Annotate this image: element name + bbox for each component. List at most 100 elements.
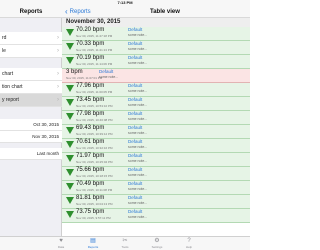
heart-rate-value: 70.61 bpm (76, 139, 105, 145)
chevron-right-icon: › (57, 35, 59, 41)
measurement-time: Nov 30, 2015, 10:53:10 PM (76, 104, 113, 108)
arrow-down-icon (66, 43, 74, 50)
table-row[interactable]: 77.96 bpm Nov 30, 2015, 11:00:05 PM Defaul… (62, 83, 250, 97)
table-row[interactable]: 70.61 bpm Nov 30, 2015, 10:32:16 PM Defaul… (62, 139, 250, 153)
heart-rate-value: 73.75 bpm (76, 209, 105, 215)
table-row[interactable]: 3 bpm Nov 30, 2015, 11:07:01 PM Default som… (62, 69, 250, 83)
sidebar-item-selected[interactable]: y report › (0, 94, 62, 107)
table-row[interactable]: 81.81 bpm Nov 30, 2015, 10:04:13 PM Defaul… (62, 195, 250, 209)
arrow-down-icon (66, 99, 74, 106)
to-date-value: Nov 30, 2015 (32, 134, 59, 139)
measurement-note: some note... (128, 201, 148, 205)
page-title: Table view (150, 9, 180, 15)
measurement-note: some note... (128, 47, 148, 51)
chevron-right-icon: › (57, 97, 59, 103)
table-row[interactable]: 75.66 bpm Nov 30, 2015, 10:18:15 PM Defaul… (62, 167, 250, 181)
measurement-note: some note... (128, 103, 148, 107)
arrow-down-icon (66, 29, 74, 36)
chevron-right-icon: › (57, 84, 59, 90)
table-row[interactable]: 70.20 bpm Nov 30, 2015, 11:27:18 PM Defaul… (62, 27, 250, 41)
table-row[interactable]: 73.45 bpm Nov 30, 2015, 10:53:10 PM Defaul… (62, 97, 250, 111)
table-row[interactable]: 70.19 bpm Nov 30, 2015, 11:14:06 PM Defaul… (62, 55, 250, 69)
arrow-down-icon (66, 155, 74, 162)
sidebar-title: Reports (19, 9, 43, 15)
period-value: Last month (36, 151, 59, 156)
from-date-value: Oct 30, 2015 (33, 122, 59, 127)
back-button[interactable]: ‹ Reports (65, 6, 91, 18)
tab-label: Data (57, 245, 65, 249)
heart-rate-value: 70.33 bpm (76, 41, 105, 47)
arrow-down-icon (66, 183, 74, 190)
heart-rate-value: 75.66 bpm (76, 167, 105, 173)
heart-rate-value: 70.19 bpm (76, 55, 105, 61)
measurement-time: Nov 30, 2015, 10:46:08 PM (76, 118, 113, 122)
heart-rate-value: 73.45 bpm (76, 97, 105, 103)
tools-icon: ✂ (122, 238, 128, 244)
sidebar-item[interactable]: le › (0, 45, 62, 58)
heart-rate-value: 70.20 bpm (76, 27, 105, 33)
tab-settings[interactable]: ⚙ Settings (148, 237, 166, 250)
tab-label: Settings (151, 245, 163, 249)
arrow-down-icon (66, 85, 74, 92)
tab-bar: ♥ Data ▤ Reports ✂ Tools ⚙ Settings? Help (0, 236, 250, 250)
arrow-down-icon (66, 141, 74, 148)
period-field[interactable]: Last month (0, 148, 62, 160)
measurement-time: Nov 30, 2015, 11:21:13 PM (76, 48, 113, 52)
measurement-time: Nov 30, 2015, 10:11:08 PM (76, 188, 113, 192)
measurement-note: some note... (99, 75, 119, 79)
measurement-time: Nov 30, 2015, 10:04:13 PM (76, 202, 113, 206)
sidebar-item-label: tion chart (2, 84, 23, 90)
measurement-time: Nov 30, 2015, 10:32:16 PM (76, 146, 113, 150)
heart-rate-value: 70.49 bpm (76, 181, 105, 187)
tab-data[interactable]: ♥ Data (52, 237, 70, 250)
to-date-field[interactable]: Nov 30, 2015 (0, 131, 62, 143)
measurement-note: some note... (128, 187, 148, 191)
tab-label: Help (185, 245, 193, 249)
tab-tools[interactable]: ✂ Tools (116, 237, 134, 250)
sidebar-item[interactable]: tion chart › (0, 81, 62, 94)
table-view[interactable]: November 30, 2015 70.20 bpm Nov 30, 2015,… (62, 18, 250, 236)
arrow-down-icon (66, 169, 74, 176)
arrow-down-icon (66, 113, 74, 120)
heart-rate-value: 71.97 bpm (76, 153, 105, 159)
table-row[interactable]: 73.75 bpm Nov 30, 2015, 9:57:11 PM Default… (62, 209, 250, 223)
sidebar-item-label: y report (2, 97, 19, 103)
sidebar-item-label: rd (2, 35, 7, 41)
table-row[interactable]: 70.33 bpm Nov 30, 2015, 11:21:13 PM Defaul… (62, 41, 250, 55)
chevron-left-icon: ‹ (65, 7, 68, 16)
measurement-note: some note... (128, 173, 148, 177)
reports-icon: ▤ (90, 238, 96, 244)
arrow-down-icon (66, 197, 74, 204)
measurement-time: Nov 30, 2015, 11:07:01 PM (66, 76, 103, 80)
measurement-note: some note... (128, 89, 148, 93)
section-header: November 30, 2015 (62, 18, 250, 27)
heart-icon: ♥ (59, 238, 63, 244)
measurement-time: Nov 30, 2015, 9:57:11 PM (76, 216, 111, 220)
measurement-time: Nov 30, 2015, 11:14:06 PM (76, 62, 113, 66)
nav-bar: Reports ‹ Reports Table view (0, 6, 250, 18)
heart-rate-value: 69.43 bpm (76, 125, 105, 131)
chevron-right-icon: › (57, 71, 59, 77)
tab-help[interactable]: ? Help (180, 237, 198, 250)
help-icon: ? (187, 238, 191, 244)
table-row[interactable]: 70.49 bpm Nov 30, 2015, 10:11:08 PM Defaul… (62, 181, 250, 195)
sidebar-item-label: chart (2, 71, 14, 77)
measurement-note: some note... (128, 33, 148, 37)
measurement-note: some note... (128, 117, 148, 121)
tab-reports[interactable]: ▤ Reports (84, 237, 102, 250)
sidebar-item[interactable]: chart › (0, 68, 62, 81)
heart-rate-value: 77.98 bpm (76, 111, 105, 117)
sidebar-item[interactable]: rd › (0, 32, 62, 45)
table-row[interactable]: 69.43 bpm Nov 30, 2015, 10:39:12 PM Defaul… (62, 125, 250, 139)
arrow-down-icon (66, 127, 74, 134)
table-row[interactable]: 77.98 bpm Nov 30, 2015, 10:46:08 PM Defaul… (62, 111, 250, 125)
from-date-field[interactable]: Oct 30, 2015 (0, 119, 62, 131)
arrow-down-icon (66, 211, 74, 218)
table-row[interactable]: 71.97 bpm Nov 30, 2015, 10:25:04 PM Defaul… (62, 153, 250, 167)
tab-label: Reports (87, 245, 99, 249)
measurement-note: some note... (128, 131, 148, 135)
heart-rate-value: 81.81 bpm (76, 195, 105, 201)
chevron-right-icon: › (57, 48, 59, 54)
measurement-note: some note... (128, 61, 148, 65)
heart-rate-value: 3 bpm (66, 69, 83, 75)
